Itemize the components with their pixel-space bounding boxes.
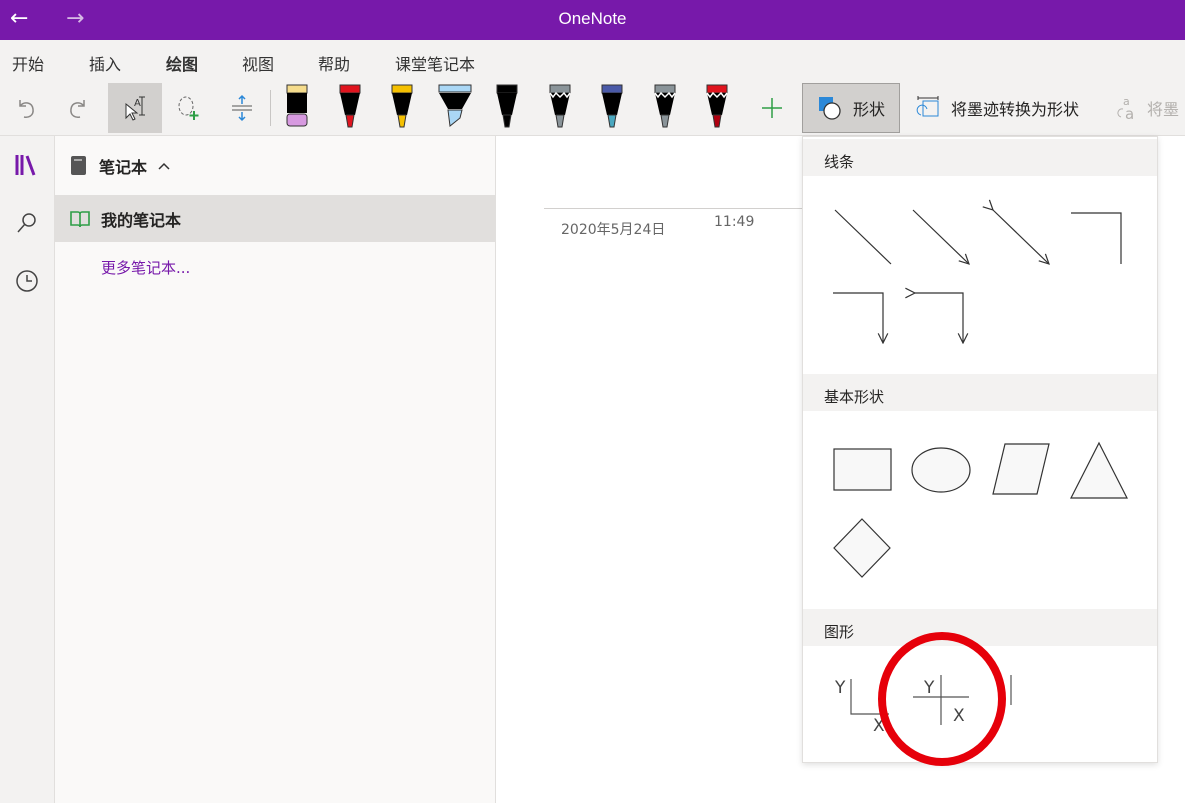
notebooks-label: 笔记本 bbox=[99, 158, 148, 177]
eraser-button[interactable] bbox=[277, 83, 317, 129]
notebook-name: 我的笔记本 bbox=[101, 210, 182, 230]
yellow-pen-button[interactable] bbox=[382, 83, 422, 129]
title-underline bbox=[544, 208, 802, 209]
notebook-panel: 笔记本 我的笔记本 更多笔记本... bbox=[55, 136, 496, 803]
search-icon bbox=[17, 213, 36, 233]
svg-text:a: a bbox=[1125, 105, 1134, 121]
axis-y-label: Y bbox=[923, 678, 935, 698]
chevron-up-icon bbox=[158, 162, 170, 170]
add-space-button[interactable] bbox=[222, 83, 262, 133]
toolbar-divider bbox=[270, 90, 271, 126]
lasso-select-button[interactable] bbox=[168, 83, 208, 133]
graph-two-axis[interactable] bbox=[850, 679, 889, 715]
pen-icon bbox=[391, 84, 413, 128]
notebook-icon bbox=[71, 156, 86, 175]
pen-icon bbox=[601, 84, 623, 128]
shape-line[interactable] bbox=[834, 209, 892, 265]
app-title: OneNote bbox=[558, 9, 627, 28]
tab-draw[interactable]: 绘图 bbox=[166, 51, 199, 84]
recent-nav-button[interactable] bbox=[10, 264, 44, 298]
gray-pencil-button[interactable] bbox=[540, 83, 580, 129]
shapes-label: 形状 bbox=[853, 100, 886, 119]
shapes-icon bbox=[819, 97, 841, 120]
lasso-type-select-button[interactable]: A bbox=[108, 83, 162, 133]
highlighter-button[interactable] bbox=[435, 83, 475, 129]
select-text-cursor-icon: A bbox=[125, 96, 145, 121]
tab-insert[interactable]: 插入 bbox=[89, 51, 121, 75]
shape-parallelogram[interactable] bbox=[992, 443, 1050, 495]
black-pen-button[interactable] bbox=[487, 83, 527, 129]
galaxy-pen-button[interactable] bbox=[592, 83, 632, 129]
shape-arrow[interactable] bbox=[912, 209, 969, 264]
ink-to-shape-icon bbox=[916, 96, 939, 117]
svg-text:A: A bbox=[134, 98, 141, 109]
shape-rectangle[interactable] bbox=[833, 448, 892, 491]
tab-view[interactable]: 视图 bbox=[242, 51, 274, 75]
notebook-item-my-notebook[interactable]: 我的笔记本 bbox=[55, 195, 495, 242]
ink-to-shape-label: 将墨迹转换为形状 bbox=[951, 100, 1080, 119]
undo-icon bbox=[19, 100, 34, 118]
draw-toolbar: A 形状 将墨迹转换为形状 aa 将墨 bbox=[0, 80, 1185, 136]
shapes-grid: Y X Y X bbox=[833, 137, 1128, 736]
pen-icon bbox=[496, 84, 518, 128]
gray-pencil-2-button[interactable] bbox=[645, 83, 685, 129]
tab-help[interactable]: 帮助 bbox=[318, 51, 350, 75]
red-pen-button[interactable] bbox=[330, 83, 370, 129]
ribbon-tabs: 开始 插入 绘图 视图 帮助 课堂笔记本 bbox=[0, 40, 1185, 84]
page-time: 11:49 bbox=[714, 214, 755, 230]
page-date: 2020年5月24日 bbox=[561, 222, 666, 238]
search-nav-button[interactable] bbox=[10, 206, 44, 240]
shape-elbow-arrow[interactable] bbox=[833, 292, 883, 343]
clock-icon bbox=[16, 270, 38, 292]
pen-icon bbox=[706, 84, 728, 128]
axis-y-label: Y bbox=[834, 678, 846, 698]
pen-icon bbox=[339, 84, 360, 128]
notebooks-nav-button[interactable] bbox=[10, 148, 44, 182]
pen-icon bbox=[286, 84, 308, 127]
title-bar: ← → OneNote bbox=[0, 0, 1185, 40]
tab-home[interactable]: 开始 bbox=[12, 51, 44, 75]
plus-icon bbox=[762, 98, 782, 118]
pen-icon bbox=[438, 84, 471, 127]
shape-double-arrow[interactable] bbox=[993, 210, 1049, 264]
nav-rail bbox=[0, 136, 55, 803]
shape-elbow-line[interactable] bbox=[1071, 212, 1122, 264]
red-pencil-button[interactable] bbox=[697, 83, 737, 129]
open-book-icon bbox=[70, 210, 90, 227]
pen-icon bbox=[653, 84, 676, 128]
library-icon bbox=[15, 155, 36, 176]
undo-button[interactable] bbox=[6, 83, 46, 133]
ink-to-text-icon: aa bbox=[1117, 95, 1134, 121]
axis-x-label: X bbox=[953, 706, 965, 726]
redo-icon bbox=[70, 100, 85, 118]
ink-to-math-label: 将墨 bbox=[1147, 100, 1180, 119]
shape-ellipse[interactable] bbox=[911, 447, 971, 493]
shapes-button[interactable]: 形状 bbox=[802, 83, 900, 133]
shapes-dropdown: 线条 基本形状 图形 Y X Y X bbox=[802, 136, 1158, 763]
notebooks-header[interactable]: 笔记本 bbox=[69, 154, 171, 178]
axis-x-label: X bbox=[873, 716, 885, 736]
insert-space-icon bbox=[232, 94, 252, 122]
lasso-add-icon bbox=[178, 96, 199, 120]
pen-icon bbox=[548, 84, 571, 128]
shape-triangle[interactable] bbox=[1070, 441, 1128, 499]
more-notebooks-link[interactable]: 更多笔记本... bbox=[101, 257, 190, 278]
ink-to-shape-button[interactable]: 将墨迹转换为形状 bbox=[915, 83, 1079, 133]
tab-class-notebook[interactable]: 课堂笔记本 bbox=[395, 51, 475, 75]
ink-to-math-button[interactable]: aa 将墨 bbox=[1115, 83, 1179, 133]
redo-button[interactable] bbox=[58, 83, 98, 133]
shape-elbow-double-arrow[interactable] bbox=[915, 293, 963, 343]
shape-diamond[interactable] bbox=[833, 518, 891, 578]
add-pen-button[interactable] bbox=[754, 83, 790, 133]
